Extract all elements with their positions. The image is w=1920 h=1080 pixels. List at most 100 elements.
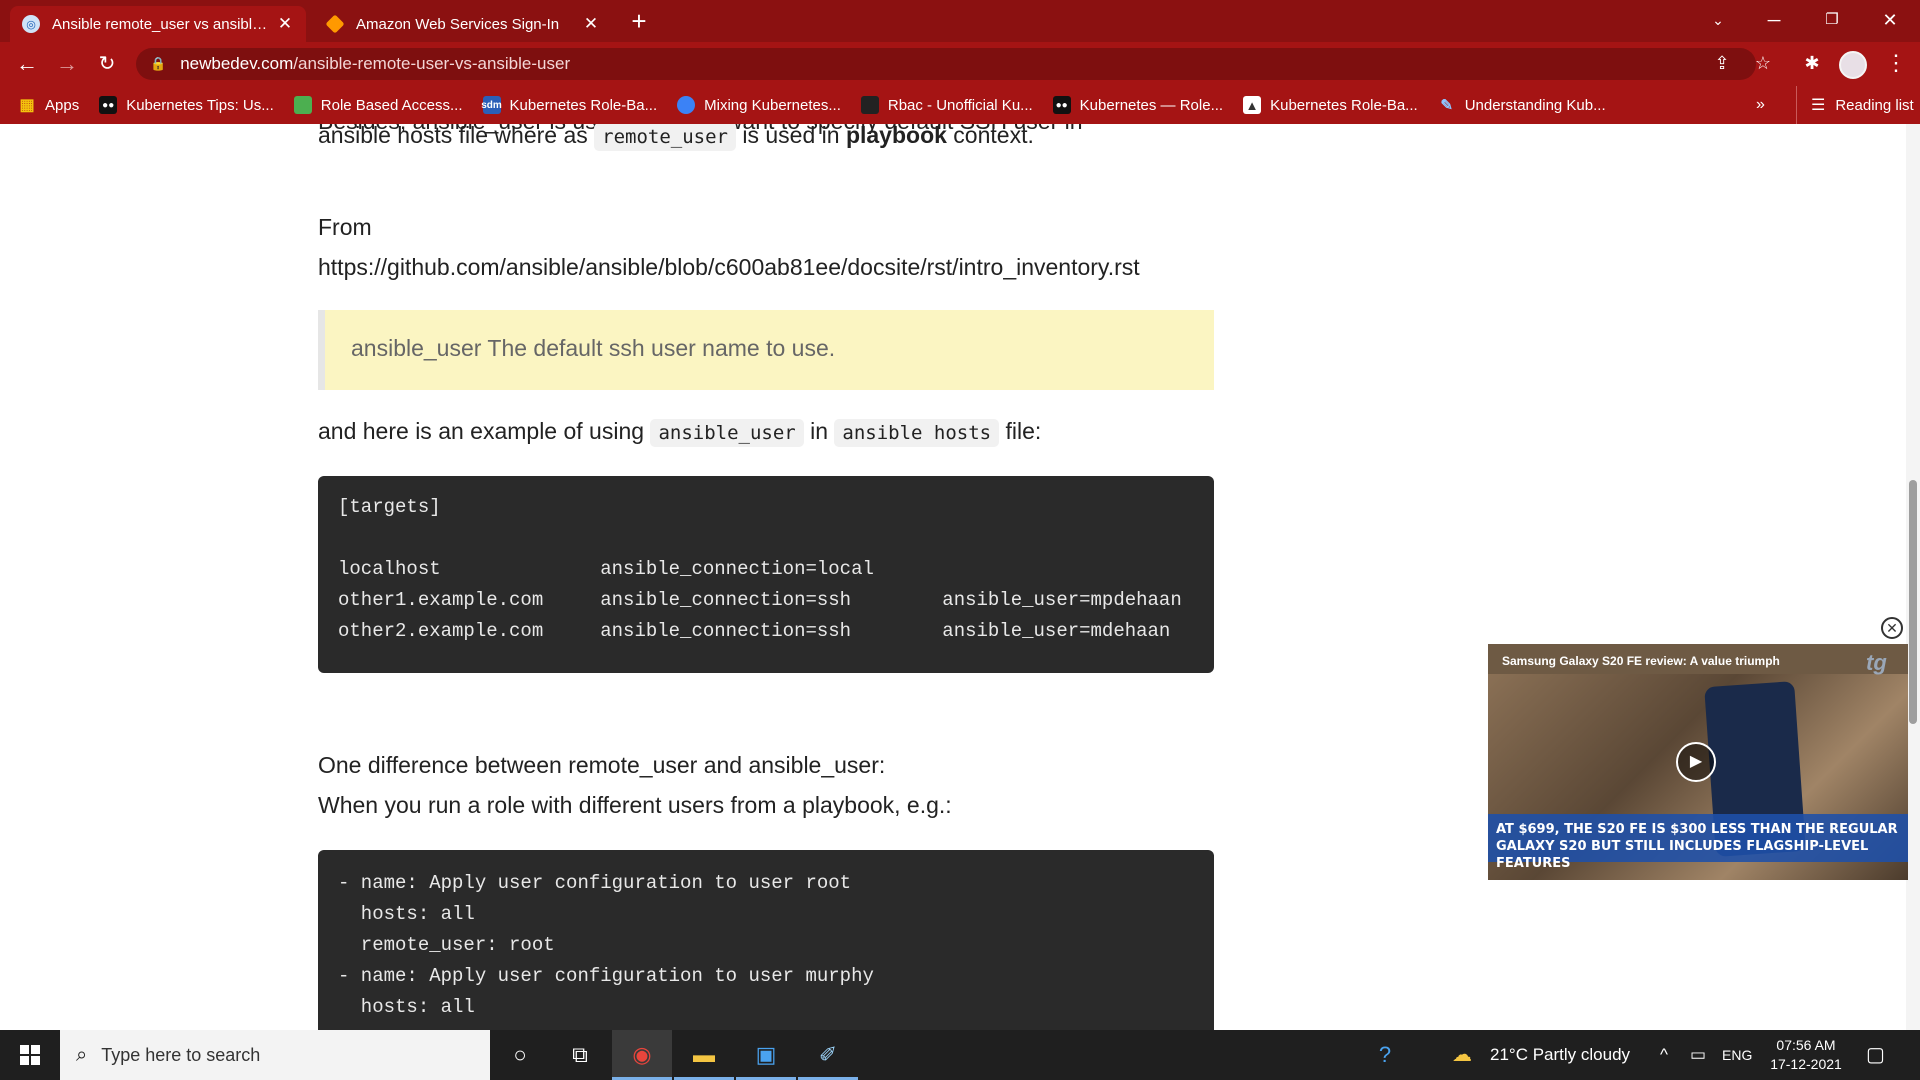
web-page: Besides, ansible_user is used when we wa… (0, 124, 1920, 1030)
source-url-text: https://github.com/ansible/ansible/blob/… (318, 254, 1140, 280)
feather-icon: ✎ (1440, 97, 1453, 114)
profile-avatar[interactable] (1839, 51, 1867, 79)
text-span: and here is an example of using (318, 418, 651, 444)
windows-logo-icon (31, 1045, 40, 1054)
play-icon[interactable]: ▶ (1676, 742, 1716, 782)
bookmark-item[interactable]: ✎ Understanding Kub... (1438, 96, 1606, 115)
reading-list-button[interactable]: ☰ Reading list (1796, 86, 1914, 124)
language-indicator[interactable]: ENG (1722, 1030, 1752, 1080)
code-line: hosts: all (338, 903, 475, 925)
paint-icon[interactable]: ✐ (798, 1030, 858, 1080)
code-line: localhost ansible_connection=local (338, 558, 874, 580)
paragraph-example: and here is an example of using ansible_… (318, 418, 1042, 447)
tab-strip: ◎ Ansible remote_user vs ansible_u ✕ Ama… (0, 0, 1920, 42)
restore-button[interactable]: ❐ (1804, 0, 1860, 40)
code-line: - name: Apply user configuration to user… (338, 872, 852, 894)
aws-favicon-icon (325, 14, 345, 34)
code-line: hosts: all (338, 996, 475, 1018)
show-hidden-icons-icon[interactable]: ^ (1660, 1030, 1668, 1080)
windows-logo-icon (20, 1056, 29, 1065)
system-clock[interactable]: 07:56 AM 17-12-2021 (1760, 1036, 1852, 1074)
taskbar-search-box[interactable]: ⌕ Type here to search (60, 1030, 490, 1080)
code-line: other2.example.com ansible_connection=ss… (338, 620, 1171, 642)
ad-close-icon[interactable]: ✕ (1881, 617, 1903, 639)
bookmark-item[interactable]: ●● Kubernetes Tips: Us... (99, 96, 274, 114)
text-span: file: (999, 418, 1042, 444)
page-scrollbar[interactable] (1906, 124, 1920, 1030)
reload-button[interactable]: ↻ (92, 49, 122, 79)
person-icon (677, 96, 696, 114)
share-icon[interactable]: ⇪ (1707, 48, 1737, 78)
weather-icon[interactable]: ☁ (1452, 1030, 1472, 1080)
bookmark-item[interactable]: ▲ Kubernetes Role-Ba... (1243, 96, 1418, 114)
minimize-button[interactable]: ─ (1746, 0, 1802, 40)
bookmark-label: Kubernetes — Role... (1079, 96, 1224, 114)
paragraph-run-role: When you run a role with different users… (318, 792, 952, 818)
site-favicon-icon: ◎ (22, 15, 40, 33)
close-tab-icon[interactable]: ✕ (582, 14, 600, 34)
reading-list-label: Reading list (1835, 96, 1914, 114)
close-window-button[interactable]: ✕ (1862, 0, 1918, 40)
extensions-icon[interactable]: ✱ (1797, 48, 1827, 78)
chrome-icon[interactable]: ◉ (612, 1030, 672, 1080)
paragraph-difference: One difference between remote_user and a… (318, 752, 886, 778)
blockquote: ansible_user The default ssh user name t… (318, 310, 1214, 390)
bookmark-label: Kubernetes Role-Ba... (509, 96, 658, 114)
reading-list-icon: ☰ (1811, 97, 1826, 114)
bookmark-label: Apps (45, 96, 80, 114)
quote-text: ansible_user The default ssh user name t… (351, 335, 836, 361)
notifications-icon[interactable]: ▢ (1866, 1030, 1885, 1080)
windows-logo-icon (31, 1056, 40, 1065)
bookmark-apps[interactable]: ▦ Apps (18, 96, 80, 115)
tab-ansible[interactable]: ◎ Ansible remote_user vs ansible_u ✕ (10, 6, 306, 42)
tab-aws[interactable]: Amazon Web Services Sign-In ✕ (314, 6, 612, 42)
more-bookmarks-chevron-icon[interactable]: » (1756, 86, 1765, 124)
new-tab-button[interactable]: + (624, 6, 654, 36)
forward-button[interactable]: → (52, 49, 82, 79)
bookmark-star-icon[interactable]: ☆ (1748, 48, 1778, 78)
browser-menu-icon[interactable]: ⋮ (1884, 48, 1908, 78)
bookmarks-bar: ▦ Apps ●● Kubernetes Tips: Us... Role Ba… (0, 86, 1920, 124)
triangle-icon: ▲ (1243, 96, 1262, 114)
photos-icon[interactable]: ▣ (736, 1030, 796, 1080)
sdm-icon: sdm (481, 96, 502, 114)
bookmark-item[interactable]: Mixing Kubernetes... (677, 96, 841, 114)
tab-search-chevron-icon[interactable]: ⌄ (1690, 0, 1746, 40)
close-tab-icon[interactable]: ✕ (276, 14, 294, 34)
bookmark-item[interactable]: sdm Kubernetes Role-Ba... (481, 96, 658, 114)
image-icon (293, 96, 312, 114)
file-explorer-icon[interactable]: ▬ (674, 1030, 734, 1080)
inline-code: ansible_user (650, 419, 804, 447)
cortana-icon[interactable]: ○ (490, 1030, 550, 1080)
ad-caption: AT $699, THE S20 FE IS $300 LESS THAN TH… (1488, 814, 1908, 871)
task-view-icon[interactable]: ⧉ (550, 1030, 610, 1080)
lock-icon[interactable]: 🔒 (150, 56, 166, 72)
browser-toolbar: ← → ↻ 🔒 newbedev.com /ansible-remote-use… (0, 42, 1920, 86)
bookmark-label: Role Based Access... (320, 96, 463, 114)
weather-text[interactable]: 21°C Partly cloudy (1490, 1030, 1630, 1080)
bookmark-item[interactable]: Rbac - Unofficial Ku... (860, 96, 1033, 114)
text-span: ansible hosts file where as (318, 124, 595, 148)
bookmark-item[interactable]: Role Based Access... (293, 96, 463, 114)
search-placeholder: Type here to search (101, 1044, 261, 1065)
start-button[interactable] (0, 1030, 60, 1080)
inline-code: remote_user (594, 124, 736, 151)
network-icon[interactable]: ▭ (1690, 1030, 1706, 1080)
bookmark-label: Rbac - Unofficial Ku... (887, 96, 1033, 114)
bookmark-label: Understanding Kub... (1464, 96, 1606, 114)
code-line: - name: Apply user configuration to user… (338, 965, 874, 987)
text-span: context. (946, 124, 1034, 148)
address-bar[interactable]: 🔒 newbedev.com /ansible-remote-user-vs-a… (136, 48, 1756, 80)
bookmark-label: Kubernetes Role-Ba... (1270, 96, 1418, 114)
help-icon[interactable]: ? (1370, 1030, 1400, 1080)
clock-time: 07:56 AM (1776, 1037, 1836, 1053)
back-button[interactable]: ← (12, 49, 42, 79)
medium-icon: ●● (99, 96, 118, 114)
text-span: is used in (736, 124, 846, 148)
video-ad[interactable]: Samsung Galaxy S20 FE review: A value tr… (1488, 644, 1908, 880)
tab-title: Amazon Web Services Sign-In (356, 15, 560, 33)
code-block-playbook: - name: Apply user configuration to user… (318, 850, 1214, 1030)
bookmark-item[interactable]: ●● Kubernetes — Role... (1052, 96, 1224, 114)
scrollbar-thumb[interactable] (1909, 480, 1917, 724)
ad-title: Samsung Galaxy S20 FE review: A value tr… (1502, 654, 1780, 668)
